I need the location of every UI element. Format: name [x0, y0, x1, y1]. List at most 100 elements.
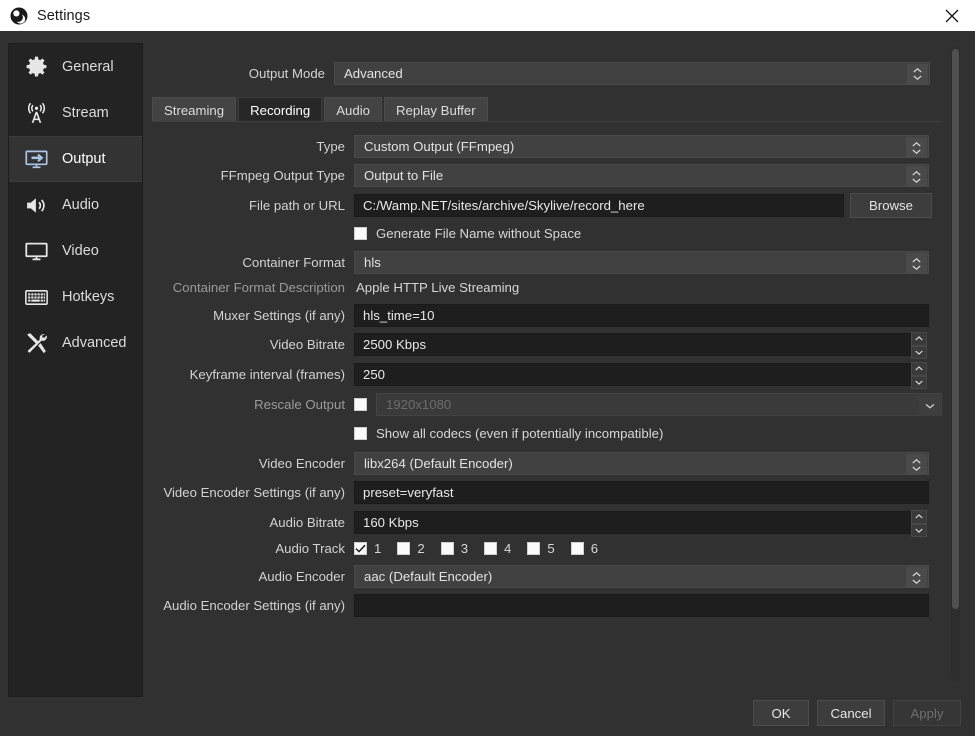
file-path-value: C:/Wamp.NET/sites/archive/Skylive/record…: [363, 198, 645, 213]
muxer-settings-label: Muxer Settings (if any): [213, 308, 345, 323]
generate-no-space-checkbox[interactable]: [354, 227, 367, 240]
tab-recording[interactable]: Recording: [238, 97, 323, 122]
check-icon: [355, 544, 366, 553]
audio-encoder-value: aac (Default Encoder): [364, 569, 493, 584]
audio-track-4-label: 4: [504, 541, 512, 556]
audio-encoder-row: Audio Encoder aac (Default Encoder): [144, 565, 944, 588]
generate-no-space-row: Generate File Name without Space: [144, 226, 944, 241]
show-all-codecs-checkbox[interactable]: [354, 427, 367, 440]
window-titlebar: Settings: [0, 0, 975, 31]
muxer-settings-value: hls_time=10: [363, 308, 435, 323]
audio-track-2-checkbox[interactable]: [397, 542, 411, 555]
chevron-updown-icon[interactable]: [906, 166, 927, 187]
audio-encoder-select[interactable]: aac (Default Encoder): [354, 565, 929, 588]
chevron-updown-icon[interactable]: [906, 137, 927, 158]
chevron-down-icon[interactable]: [911, 523, 927, 537]
output-mode-select[interactable]: Advanced: [334, 61, 930, 85]
sidebar-item-audio[interactable]: Audio: [9, 182, 142, 228]
sidebar-item-output[interactable]: Output: [9, 136, 142, 182]
video-bitrate-label: Video Bitrate: [269, 337, 345, 352]
video-encoder-label: Video Encoder: [258, 456, 345, 471]
audio-bitrate-spinbox[interactable]: 160 Kbps: [354, 510, 927, 537]
type-row: Type Custom Output (FFmpeg): [144, 135, 944, 158]
ffmpeg-output-type-select[interactable]: Output to File: [354, 164, 929, 187]
audio-bitrate-value: 160 Kbps: [363, 515, 419, 530]
chevron-up-icon[interactable]: [911, 362, 927, 376]
type-value: Custom Output (FFmpeg): [364, 139, 515, 154]
video-encoder-settings-input[interactable]: preset=veryfast: [354, 481, 929, 504]
video-bitrate-row: Video Bitrate 2500 Kbps: [144, 332, 944, 359]
audio-track-4-checkbox[interactable]: [484, 542, 498, 555]
audio-bitrate-label: Audio Bitrate: [269, 515, 345, 530]
chevron-updown-icon[interactable]: [906, 253, 927, 274]
type-select[interactable]: Custom Output (FFmpeg): [354, 135, 929, 158]
tab-replay-buffer[interactable]: Replay Buffer: [383, 97, 488, 122]
rescale-output-value: 1920x1080: [386, 397, 452, 412]
sidebar-item-advanced[interactable]: Advanced: [9, 320, 142, 366]
ok-button[interactable]: OK: [753, 700, 809, 726]
keyframe-interval-spinbox[interactable]: 250: [354, 362, 927, 389]
muxer-settings-input[interactable]: hls_time=10: [354, 304, 929, 327]
video-bitrate-spinbox[interactable]: 2500 Kbps: [354, 332, 927, 359]
settings-sidebar: General Stream Output Audio Video Hotkey…: [8, 43, 143, 697]
video-encoder-settings-value: preset=veryfast: [363, 485, 454, 500]
sidebar-item-stream[interactable]: Stream: [9, 90, 142, 136]
cancel-button[interactable]: Cancel: [817, 700, 885, 726]
chevron-updown-icon[interactable]: [906, 567, 927, 588]
audio-encoder-settings-row: Audio Encoder Settings (if any): [144, 594, 944, 617]
chevron-up-icon[interactable]: [911, 510, 927, 524]
rescale-output-select[interactable]: 1920x1080: [376, 393, 942, 416]
generate-no-space-label: Generate File Name without Space: [376, 226, 582, 241]
audio-encoder-settings-input[interactable]: [354, 594, 929, 617]
rescale-output-checkbox[interactable]: [354, 398, 367, 411]
sidebar-item-label: Video: [62, 243, 99, 259]
apply-button[interactable]: Apply: [893, 700, 961, 726]
tab-streaming[interactable]: Streaming: [152, 97, 237, 122]
audio-track-label: Audio Track: [275, 541, 345, 556]
tab-audio[interactable]: Audio: [324, 97, 382, 122]
output-mode-value: Advanced: [344, 65, 403, 81]
keyframe-interval-value: 250: [363, 367, 386, 382]
chevron-updown-icon[interactable]: [907, 63, 928, 85]
video-encoder-settings-row: Video Encoder Settings (if any) preset=v…: [144, 481, 944, 504]
sidebar-item-general[interactable]: General: [9, 44, 142, 90]
ffmpeg-output-type-label: FFmpeg Output Type: [220, 168, 345, 183]
output-mode-row: Output Mode Advanced: [144, 61, 944, 85]
muxer-settings-row: Muxer Settings (if any) hls_time=10: [144, 304, 944, 327]
chevron-updown-icon[interactable]: [906, 454, 927, 475]
chevron-down-icon[interactable]: [911, 345, 927, 359]
content-scrollbar[interactable]: [951, 47, 960, 681]
audio-encoder-label: Audio Encoder: [258, 569, 345, 584]
chevron-up-icon[interactable]: [911, 332, 927, 346]
speaker-icon: [22, 191, 50, 219]
audio-track-6-label: 6: [590, 541, 599, 556]
output-mode-label: Output Mode: [248, 65, 325, 81]
sidebar-item-video[interactable]: Video: [9, 228, 142, 274]
audio-track-row: Audio Track 1 2 3 4 5 6: [144, 541, 944, 556]
audio-track-6-checkbox[interactable]: [570, 542, 584, 555]
chevron-down-icon[interactable]: [919, 395, 940, 416]
tools-icon: [22, 329, 50, 357]
audio-encoder-settings-label: Audio Encoder Settings (if any): [163, 598, 345, 613]
video-encoder-select[interactable]: libx264 (Default Encoder): [354, 452, 929, 475]
chevron-down-icon[interactable]: [911, 375, 927, 389]
container-format-select[interactable]: hls: [354, 251, 929, 274]
sidebar-item-label: Stream: [62, 105, 109, 121]
container-format-label: Container Format: [242, 255, 345, 270]
audio-track-1-checkbox[interactable]: [354, 542, 367, 555]
keyframe-interval-label: Keyframe interval (frames): [189, 367, 345, 382]
window-title: Settings: [37, 7, 91, 24]
scrollbar-thumb[interactable]: [952, 49, 959, 609]
dialog-button-bar: OK Cancel Apply: [753, 700, 961, 726]
file-path-input[interactable]: C:/Wamp.NET/sites/archive/Skylive/record…: [354, 194, 844, 217]
sidebar-item-label: Advanced: [62, 335, 127, 351]
audio-track-3-checkbox[interactable]: [440, 542, 454, 555]
sidebar-item-hotkeys[interactable]: Hotkeys: [9, 274, 142, 320]
audio-track-5-label: 5: [547, 541, 555, 556]
broadcast-icon: [22, 99, 50, 127]
close-icon[interactable]: [929, 0, 975, 31]
audio-track-5-checkbox[interactable]: [527, 542, 541, 555]
obs-logo-icon: [9, 6, 28, 25]
rescale-output-label: Rescale Output: [254, 397, 345, 412]
browse-button[interactable]: Browse: [850, 193, 932, 218]
